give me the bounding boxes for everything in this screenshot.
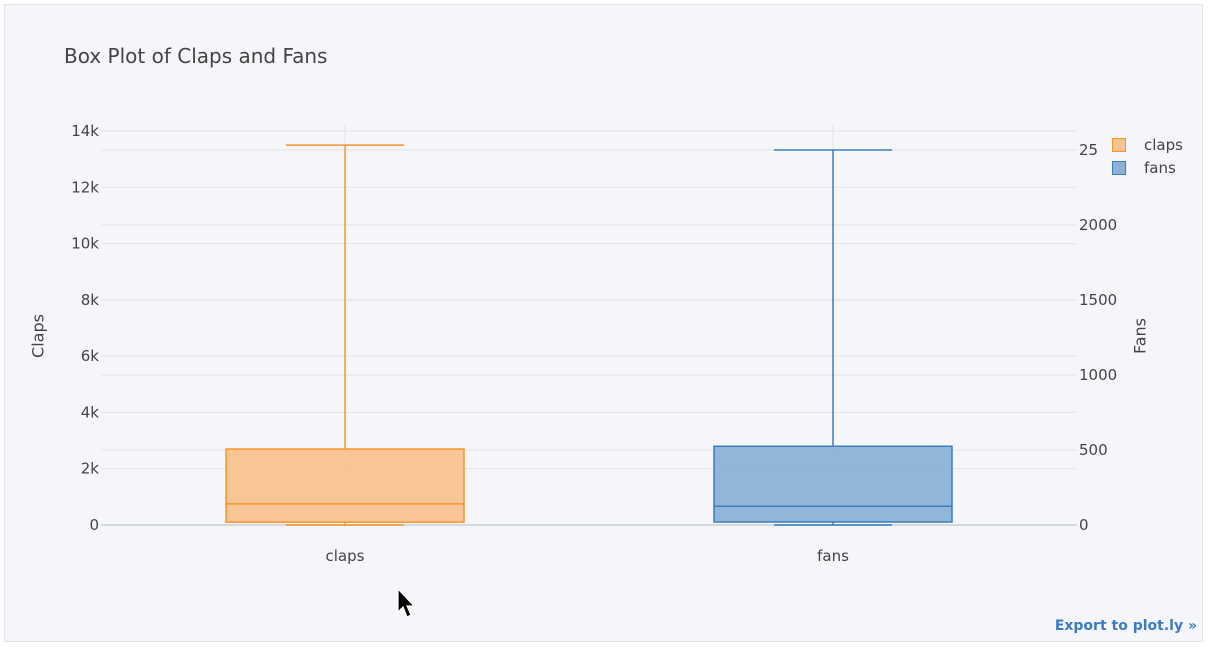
y-left-tick-label: 8k: [81, 291, 100, 309]
x-tick-label-fans: fans: [817, 547, 849, 565]
y-right-tick-label: 25: [1079, 141, 1098, 159]
legend: claps fans: [1112, 133, 1183, 179]
y-left-tick-label: 6k: [81, 347, 100, 365]
box-fans: [713, 445, 953, 523]
y-left-tick-label: 4k: [81, 403, 100, 421]
y-right-tick-label: 0: [1079, 516, 1089, 534]
legend-label-fans: fans: [1144, 158, 1176, 177]
y-right-tick-label: 2000: [1079, 216, 1117, 234]
y-axis-left-label: Claps: [28, 314, 48, 358]
y-right-tick-label: 1000: [1079, 366, 1117, 384]
box-claps: [225, 448, 465, 523]
y-right-tick-label: 1500: [1079, 291, 1117, 309]
legend-item-fans[interactable]: fans: [1112, 156, 1183, 179]
y-axis-right-label: Fans: [1130, 317, 1150, 355]
legend-swatch-fans: [1112, 160, 1126, 175]
chart-title: Box Plot of Claps and Fans: [64, 44, 328, 68]
y-left-tick-label: 10k: [71, 235, 99, 253]
export-link[interactable]: Export to plot.ly »: [1055, 618, 1197, 634]
box-plot-chart: 0 2k 4k 6k 8k 10k 12k 14k 0 500 1000 1500 2000 25 clap…: [71, 122, 1117, 565]
y-left-tick-label: 14k: [71, 122, 99, 140]
mouse-cursor-icon: [397, 588, 416, 618]
y-left-tick-label: 0: [89, 516, 99, 534]
y-right-tick-label: 500: [1079, 441, 1108, 459]
legend-swatch-claps: [1112, 137, 1126, 152]
y-left-tick-label: 2k: [81, 460, 100, 478]
legend-item-claps[interactable]: claps: [1112, 133, 1183, 156]
x-tick-label-claps: claps: [326, 547, 365, 565]
legend-label-claps: claps: [1144, 135, 1183, 154]
y-left-tick-label: 12k: [71, 178, 99, 196]
